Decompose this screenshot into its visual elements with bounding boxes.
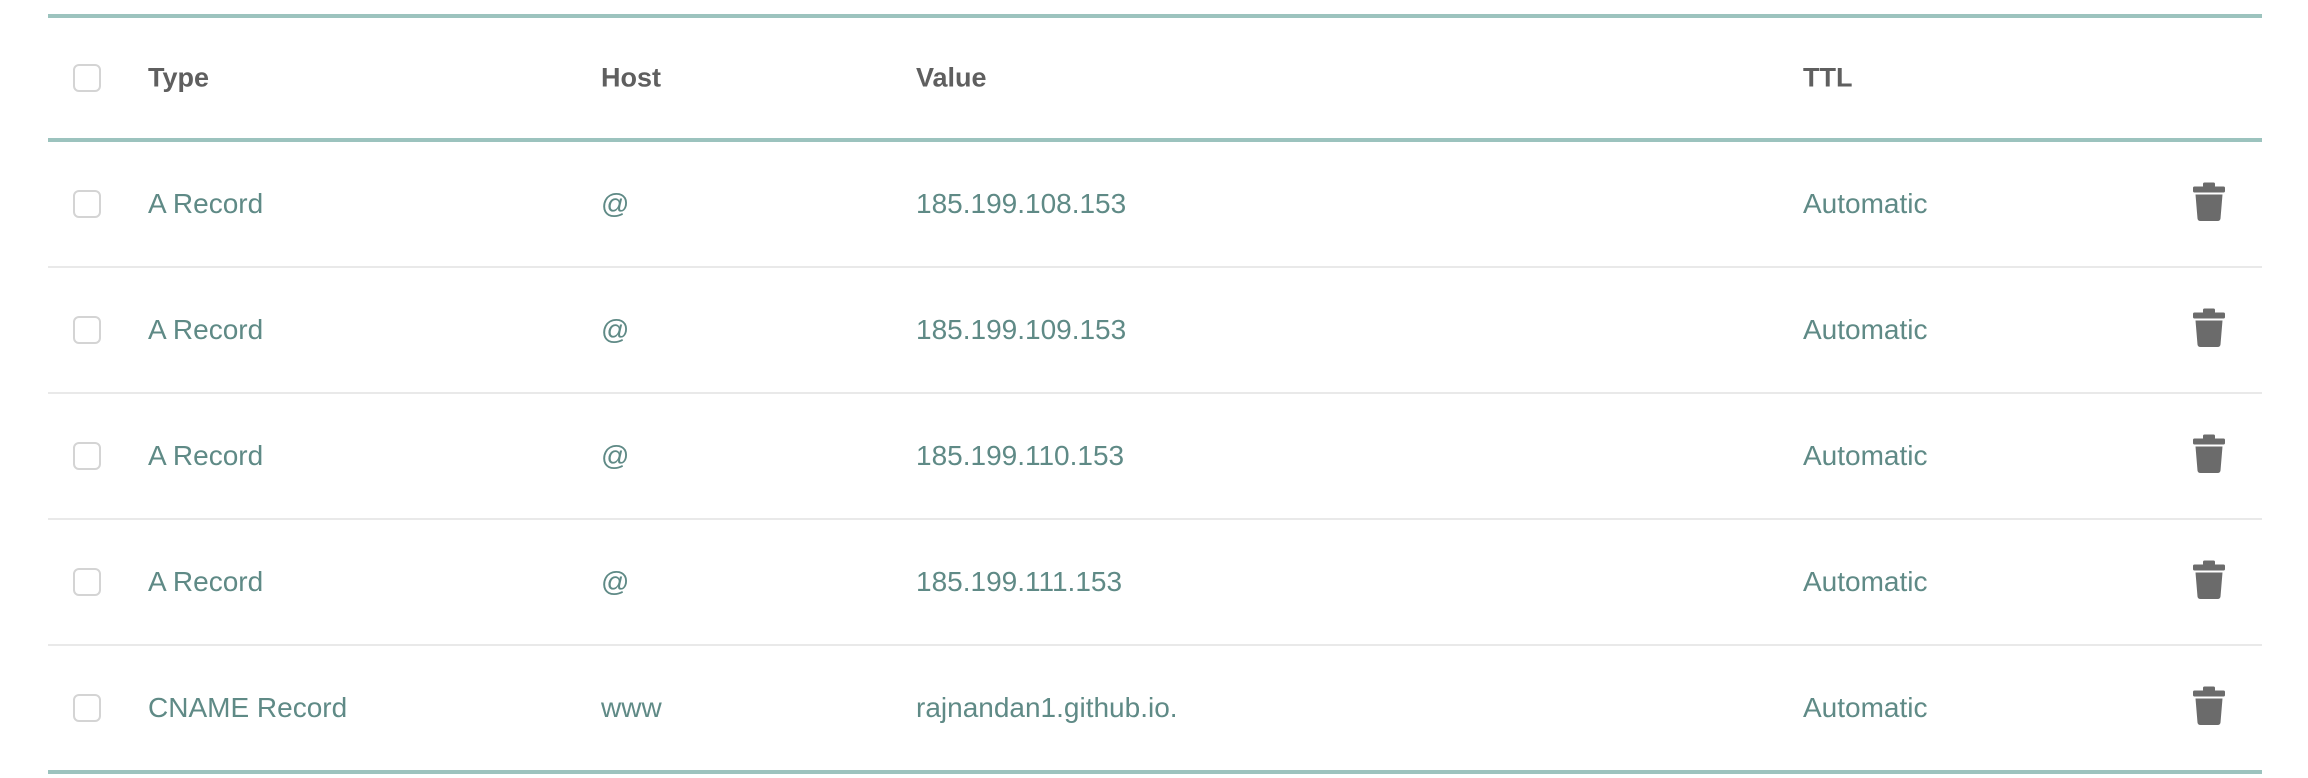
record-type: A Record [148, 314, 264, 345]
record-host: www [601, 692, 662, 723]
delete-record-button[interactable] [2192, 686, 2226, 731]
trash-icon [2193, 560, 2225, 599]
table-row: CNAME Record www rajnandan1.github.io. A… [48, 644, 2262, 770]
dns-records-table: Type Host Value TTL A Record @ 185.199.1… [48, 14, 2262, 774]
table-header-row: Type Host Value TTL [48, 18, 2262, 142]
column-header-value[interactable]: Value [916, 63, 987, 94]
record-ttl: Automatic [1803, 566, 1928, 597]
record-value: 185.199.110.153 [916, 440, 1125, 471]
table-row: A Record @ 185.199.108.153 Automatic [48, 142, 2262, 266]
column-header-type[interactable]: Type [148, 63, 209, 94]
column-header-host[interactable]: Host [601, 63, 661, 94]
delete-record-button[interactable] [2192, 182, 2226, 227]
delete-record-button[interactable] [2192, 560, 2226, 605]
column-header-ttl[interactable]: TTL [1803, 63, 1852, 94]
row-checkbox[interactable] [73, 694, 101, 722]
delete-record-button[interactable] [2192, 434, 2226, 479]
record-ttl: Automatic [1803, 188, 1928, 219]
table-row: A Record @ 185.199.111.153 Automatic [48, 518, 2262, 644]
record-type: A Record [148, 440, 264, 471]
trash-icon [2193, 308, 2225, 347]
record-host: @ [601, 566, 630, 597]
table-row: A Record @ 185.199.110.153 Automatic [48, 392, 2262, 518]
trash-icon [2193, 434, 2225, 473]
row-checkbox[interactable] [73, 568, 101, 596]
select-all-checkbox[interactable] [73, 64, 101, 92]
record-type: CNAME Record [148, 692, 348, 723]
record-ttl: Automatic [1803, 440, 1928, 471]
row-checkbox[interactable] [73, 190, 101, 218]
trash-icon [2193, 182, 2225, 221]
record-ttl: Automatic [1803, 314, 1928, 345]
delete-record-button[interactable] [2192, 308, 2226, 353]
record-value: 185.199.108.153 [916, 188, 1127, 219]
record-host: @ [601, 440, 630, 471]
table-row: A Record @ 185.199.109.153 Automatic [48, 266, 2262, 392]
record-host: @ [601, 188, 630, 219]
row-checkbox[interactable] [73, 316, 101, 344]
row-checkbox[interactable] [73, 442, 101, 470]
record-type: A Record [148, 566, 264, 597]
record-host: @ [601, 314, 630, 345]
record-value: rajnandan1.github.io. [916, 692, 1178, 723]
record-value: 185.199.109.153 [916, 314, 1127, 345]
record-type: A Record [148, 188, 264, 219]
trash-icon [2193, 686, 2225, 725]
record-ttl: Automatic [1803, 692, 1928, 723]
record-value: 185.199.111.153 [916, 566, 1123, 597]
